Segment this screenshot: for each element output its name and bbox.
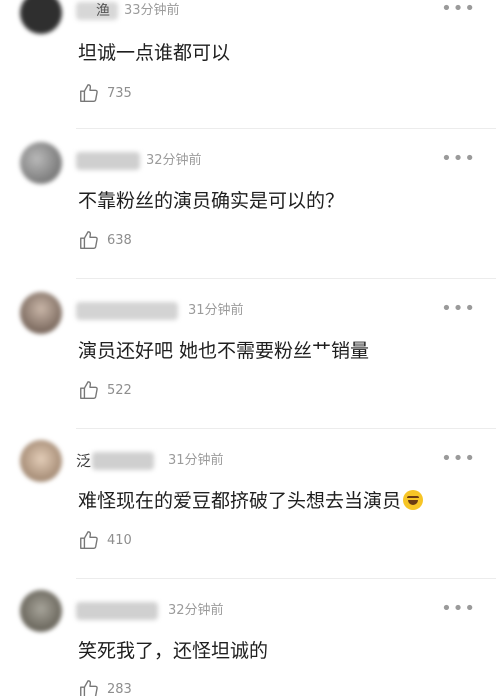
like-button[interactable]: 522 xyxy=(78,379,132,401)
more-icon[interactable]: ••• xyxy=(441,450,476,468)
avatar[interactable] xyxy=(20,590,62,632)
comment-item: 32分钟前 ••• 笑死我了，还怪坦诚的 283 xyxy=(0,578,496,696)
thumbs-up-icon xyxy=(80,680,98,696)
comment-list: 渔 33分钟前 ••• 坦诚一点谁都可以 735 32分钟前 ••• 不靠粉丝的… xyxy=(0,0,496,696)
thumbs-up-icon xyxy=(80,84,98,102)
like-count: 638 xyxy=(107,232,132,248)
thumbs-up-icon xyxy=(80,231,98,249)
avatar[interactable] xyxy=(20,440,62,482)
username-blurred[interactable] xyxy=(76,602,158,620)
thumbs-up-icon xyxy=(80,381,98,399)
comment-item: 31分钟前 ••• 演员还好吧 她也不需要粉丝艹销量 522 xyxy=(0,278,496,428)
comment-text: 演员还好吧 她也不需要粉丝艹销量 xyxy=(78,340,370,362)
like-button[interactable]: 410 xyxy=(78,529,132,551)
comment-text: 难怪现在的爱豆都挤破了头想去当演员 xyxy=(78,488,424,514)
more-icon[interactable]: ••• xyxy=(441,0,476,18)
comment-text: 笑死我了，还怪坦诚的 xyxy=(78,640,269,662)
like-button[interactable]: 283 xyxy=(78,678,132,696)
username-visible-char: 泛 xyxy=(76,452,92,470)
comment-item: 渔 33分钟前 ••• 坦诚一点谁都可以 735 xyxy=(0,0,496,128)
like-count: 735 xyxy=(107,85,132,101)
comment-time: 32分钟前 xyxy=(168,603,224,618)
like-button[interactable]: 735 xyxy=(78,82,132,104)
avatar[interactable] xyxy=(20,0,62,34)
more-icon[interactable]: ••• xyxy=(441,600,476,618)
comment-time: 32分钟前 xyxy=(146,153,202,168)
comment-text: 不靠粉丝的演员确实是可以的？ xyxy=(78,190,345,212)
username-blurred[interactable] xyxy=(92,452,154,470)
username-blurred[interactable] xyxy=(76,302,178,320)
comment-item: 32分钟前 ••• 不靠粉丝的演员确实是可以的？ 638 xyxy=(0,128,496,278)
avatar[interactable] xyxy=(20,142,62,184)
like-count: 522 xyxy=(107,382,132,398)
comment-time: 31分钟前 xyxy=(188,303,244,318)
like-count: 410 xyxy=(107,532,132,548)
laughing-emoji-icon xyxy=(403,490,424,510)
username-blurred[interactable] xyxy=(76,152,140,170)
like-button[interactable]: 638 xyxy=(78,229,132,251)
comment-text: 坦诚一点谁都可以 xyxy=(78,42,231,64)
comment-time: 31分钟前 xyxy=(168,453,224,468)
comment-item: 泛 31分钟前 ••• 难怪现在的爱豆都挤破了头想去当演员 410 xyxy=(0,428,496,578)
thumbs-up-icon xyxy=(80,531,98,549)
more-icon[interactable]: ••• xyxy=(441,300,476,318)
more-icon[interactable]: ••• xyxy=(441,150,476,168)
avatar[interactable] xyxy=(20,292,62,334)
comment-time: 33分钟前 xyxy=(124,3,180,18)
username-visible-char: 渔 xyxy=(96,3,110,19)
like-count: 283 xyxy=(107,681,132,696)
